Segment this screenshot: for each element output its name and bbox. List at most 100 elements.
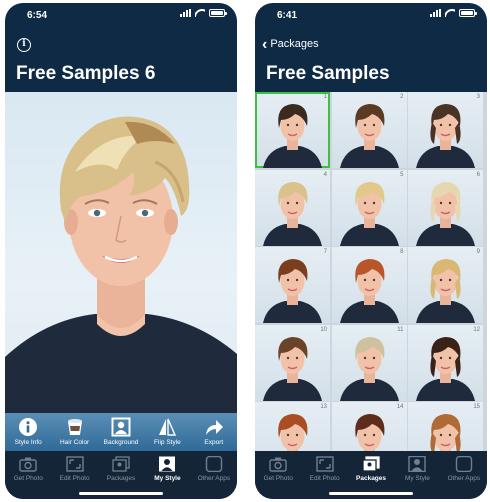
style-thumbnail-image: [339, 259, 399, 323]
chevron-left-icon: ‹: [262, 35, 268, 53]
style-number: 7: [323, 249, 327, 255]
wifi-icon: [195, 9, 205, 17]
hair-color-button[interactable]: Hair Color: [51, 413, 97, 451]
style-thumbnail-image: [339, 104, 399, 168]
style-thumbnail-image: [278, 414, 308, 451]
portrait-icon: [408, 455, 427, 473]
battery-icon: [209, 9, 227, 17]
style-thumbnail[interactable]: 14: [331, 402, 407, 451]
style-number: 12: [473, 326, 480, 333]
free-samples-screen: 6:41 ‹ Packages Free Samples 1 2 3 4 5 6 7 8 9 10…: [255, 3, 487, 499]
tab-label: My Style: [154, 475, 181, 482]
tool-label: Background: [103, 439, 139, 446]
style-number: 3: [476, 94, 480, 100]
flip-icon: [157, 417, 177, 437]
portrait-icon: [158, 456, 176, 472]
cellular-signal-icon: [180, 9, 191, 17]
style-number: 13: [320, 404, 327, 410]
tab-label: Packages: [106, 475, 136, 482]
style-number: 8: [400, 249, 404, 255]
apps-icon: [455, 455, 473, 473]
paint-bucket-icon: [65, 417, 85, 437]
tab-label: Get Photo: [13, 475, 43, 482]
tab-bar: Get Photo Edit Photo Packages My Style O…: [255, 451, 487, 499]
style-number: 14: [396, 404, 404, 410]
style-thumbnail[interactable]: 3: [408, 92, 483, 168]
tab-label: Packages: [356, 475, 387, 482]
tab-get-photo[interactable]: Get Photo: [255, 451, 301, 499]
back-button[interactable]: ‹ Packages: [262, 35, 319, 53]
style-thumbnail-image: [354, 414, 384, 451]
style-number: 9: [476, 249, 480, 255]
my-style-screen: 6:54 i Free Samples 6 Style Info Hair Co…: [5, 3, 237, 499]
tab-label: Edit Photo: [309, 475, 340, 482]
style-thumbnail-image: [430, 414, 461, 451]
hairstyle-preview-photo[interactable]: [5, 92, 237, 413]
tool-label: Export: [204, 439, 224, 446]
export-button[interactable]: Export: [191, 413, 237, 451]
style-thumbnail[interactable]: 9: [408, 247, 483, 323]
flip-style-button[interactable]: Flip Style: [144, 413, 190, 451]
hairstyle-grid: 1 2 3 4 5 6 7 8 9 10 11 12 13 14 15: [255, 92, 487, 451]
tab-other-apps[interactable]: Other Apps: [191, 451, 237, 499]
wifi-icon: [445, 9, 455, 17]
style-thumbnail[interactable]: 8: [331, 247, 407, 323]
style-number: 10: [320, 326, 327, 333]
style-thumbnail[interactable]: 1: [255, 92, 330, 168]
style-toolbar: Style Info Hair Color Background Flip St…: [5, 413, 237, 451]
camera-icon: [19, 456, 37, 472]
tab-get-photo[interactable]: Get Photo: [5, 451, 51, 499]
style-number: 11: [397, 326, 404, 333]
tab-label: My Style: [404, 475, 430, 482]
home-indicator: [79, 492, 163, 495]
style-thumbnail[interactable]: 2: [331, 92, 407, 168]
tool-label: Hair Color: [59, 439, 90, 446]
info-circle-icon: [18, 417, 38, 437]
back-label: Packages: [270, 38, 319, 50]
tab-label: Other Apps: [197, 475, 231, 482]
style-thumbnail-image: [416, 259, 475, 323]
style-thumbnail[interactable]: 5: [331, 169, 407, 246]
tab-bar: Get Photo Edit Photo Packages My Style O…: [5, 451, 237, 499]
style-number: 4: [323, 171, 327, 178]
tab-other-apps[interactable]: Other Apps: [441, 451, 487, 499]
style-number: 2: [400, 94, 404, 100]
style-number: 5: [400, 171, 404, 178]
status-bar: 6:54: [5, 3, 237, 25]
tab-label: Get Photo: [263, 475, 293, 482]
style-info-button[interactable]: Style Info: [5, 413, 51, 451]
style-thumbnail[interactable]: 15: [408, 402, 483, 451]
style-thumbnail[interactable]: 6: [408, 169, 483, 246]
style-thumbnail-image: [416, 104, 475, 168]
style-thumbnail-image: [263, 259, 322, 323]
camera-icon: [269, 456, 287, 472]
status-time: 6:41: [277, 10, 298, 21]
style-thumbnail-image: [339, 181, 399, 246]
style-thumbnail[interactable]: 13: [255, 402, 330, 451]
style-thumbnail-image: [263, 104, 322, 168]
cellular-signal-icon: [430, 9, 441, 17]
edit-photo-icon: [65, 456, 84, 472]
apps-icon: [205, 455, 223, 473]
style-thumbnail[interactable]: 7: [255, 247, 330, 323]
page-title: Free Samples: [266, 63, 390, 84]
status-time: 6:54: [27, 10, 48, 21]
info-icon[interactable]: i: [17, 38, 31, 52]
tool-label: Style Info: [14, 439, 42, 446]
status-bar: 6:41: [255, 3, 487, 25]
packages-icon: [112, 456, 130, 472]
share-arrow-icon: [204, 417, 224, 437]
background-button[interactable]: Background: [98, 413, 144, 451]
style-thumbnail[interactable]: 4: [255, 169, 330, 246]
style-number: 1: [323, 94, 327, 100]
page-title: Free Samples 6: [16, 63, 156, 84]
style-thumbnail[interactable]: 12: [408, 324, 483, 401]
home-indicator: [329, 492, 413, 495]
edit-photo-icon: [315, 456, 334, 472]
style-thumbnail[interactable]: 10: [255, 324, 330, 401]
battery-icon: [459, 9, 477, 17]
style-thumbnail[interactable]: 11: [331, 324, 407, 401]
background-frame-icon: [111, 417, 131, 437]
style-thumbnail-image: [416, 336, 475, 401]
style-thumbnail-image: [339, 336, 399, 401]
